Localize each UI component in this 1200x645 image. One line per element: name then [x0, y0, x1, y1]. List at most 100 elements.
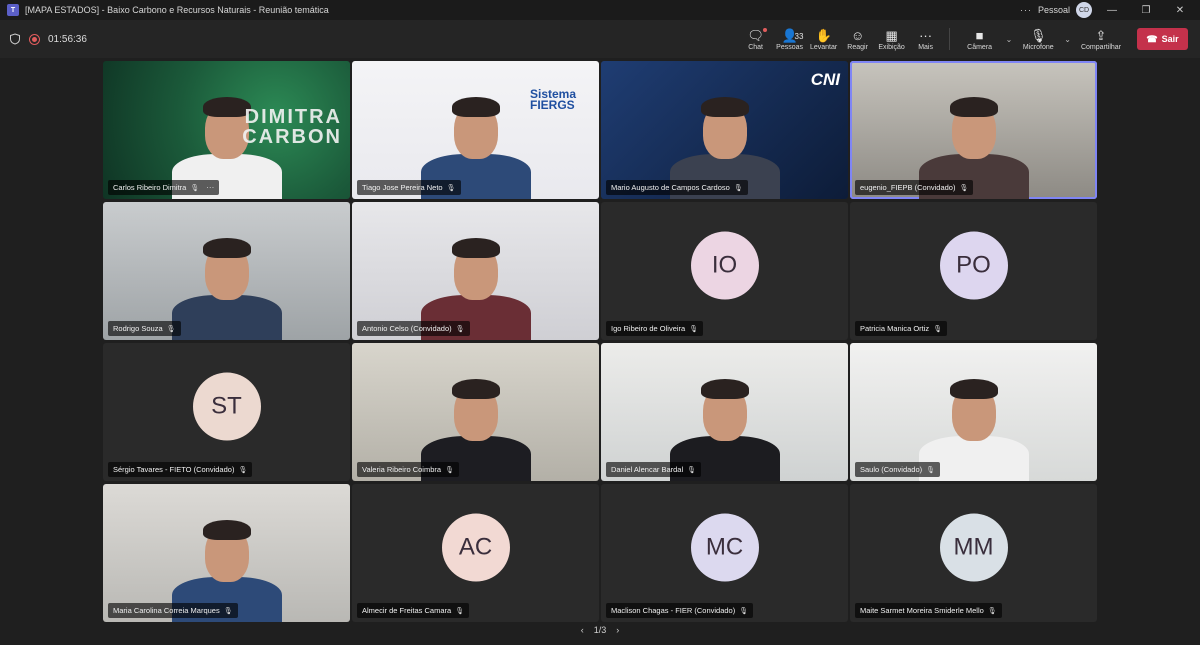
people-count: 33	[794, 31, 804, 41]
mic-muted-icon: 🎙	[223, 607, 233, 615]
participant-name: Valeria Ribeiro Coimbra	[362, 465, 442, 474]
participant-tile[interactable]: ST Sérgio Tavares - FIETO (Convidado) 🎙	[103, 343, 350, 481]
participant-more-icon[interactable]: ···	[206, 183, 214, 192]
next-page-icon[interactable]: ›	[616, 625, 619, 635]
chat-button[interactable]: 🗨 Chat	[739, 20, 773, 58]
participant-name-tag: Patricia Manica Ortiz 🎙	[855, 321, 948, 336]
teams-window: T [MAPA ESTADOS] - Baixo Carbono e Recur…	[0, 0, 1200, 645]
participant-name-tag: Maclison Chagas - FIER (Convidado) 🎙	[606, 603, 754, 618]
mic-muted-icon: 🎙	[959, 184, 969, 192]
participant-name: Rodrigo Souza	[113, 324, 163, 333]
participant-name-tag: Valeria Ribeiro Coimbra 🎙	[357, 462, 459, 477]
participant-name: Maria Carolina Correia Marques	[113, 606, 220, 615]
page-indicator: 1/3	[593, 625, 607, 635]
mic-muted-icon: 🎙	[445, 466, 454, 474]
participant-name-tag: Sérgio Tavares - FIETO (Convidado) 🎙	[108, 462, 253, 477]
raise-hand-button[interactable]: ✋ Levantar	[807, 20, 841, 58]
mic-muted-icon: 🎙	[733, 184, 743, 192]
smiley-icon: ☺	[850, 27, 865, 43]
shield-icon[interactable]	[9, 33, 21, 45]
minimize-icon[interactable]: —	[1098, 5, 1126, 16]
mic-options-chevron-icon[interactable]: ⌄	[1064, 35, 1071, 44]
participant-name: Sérgio Tavares - FIETO (Convidado)	[113, 465, 235, 474]
view-button[interactable]: ▦ Exibição	[875, 20, 909, 58]
fiergs-logo: Sistema FIERGS	[530, 87, 577, 112]
participant-tile[interactable]: Valeria Ribeiro Coimbra 🎙	[352, 343, 599, 481]
more-button[interactable]: ··· Mais	[909, 20, 943, 58]
participant-name-tag: Antonio Celso (Convidado) 🎙	[357, 321, 470, 336]
camera-options-chevron-icon[interactable]: ⌄	[1006, 35, 1013, 44]
participant-tile[interactable]: IO Igo Ribeiro de Oliveira 🎙	[601, 202, 848, 340]
previous-page-icon[interactable]: ‹	[581, 625, 584, 635]
participant-tile[interactable]: PO Patricia Manica Ortiz 🎙	[850, 202, 1097, 340]
participant-name-tag: Tiago Jose Pereira Neto 🎙	[357, 180, 461, 195]
mic-muted-icon: 🎙	[446, 184, 456, 192]
people-icon: 👤 33	[781, 27, 804, 43]
mic-muted-icon: 🎙	[739, 607, 749, 615]
restore-icon[interactable]: ❐	[1132, 5, 1160, 16]
leave-label: Sair	[1161, 34, 1179, 44]
participant-tile[interactable]: eugenio_FIEPB (Convidado) 🎙	[850, 61, 1097, 199]
more-options-icon[interactable]: ···	[1020, 5, 1032, 15]
close-icon[interactable]: ✕	[1166, 5, 1194, 16]
people-button[interactable]: 👤 33 Pessoas	[773, 20, 807, 58]
participant-name-tag: Maria Carolina Correia Marques 🎙	[108, 603, 238, 618]
share-label: Compartilhar	[1080, 43, 1122, 51]
mic-muted-icon: 🎙	[166, 325, 176, 333]
camera-button[interactable]: ■ Câmera	[956, 20, 1004, 58]
view-label: Exibição	[878, 43, 905, 51]
participant-tile[interactable]: Saulo (Convidado) 🎙	[850, 343, 1097, 481]
mic-off-icon: 🎙	[1030, 27, 1047, 43]
react-label: Reagir	[847, 43, 868, 51]
people-label: Pessoas	[776, 43, 804, 51]
participant-tile[interactable]: MC Maclison Chagas - FIER (Convidado) 🎙	[601, 484, 848, 622]
phone-hangup-icon: ☎	[1146, 33, 1158, 44]
participant-tile[interactable]: AC Almecir de Freitas Camara 🎙	[352, 484, 599, 622]
react-button[interactable]: ☺ Reagir	[841, 20, 875, 58]
participant-avatar: ST	[192, 372, 261, 441]
participant-tile[interactable]: Maria Carolina Correia Marques 🎙	[103, 484, 350, 622]
participant-name: Maite Sarmet Moreira Smiderle Mello	[860, 606, 984, 615]
cni-logo: CNI	[810, 70, 840, 89]
participant-tile[interactable]: MM Maite Sarmet Moreira Smiderle Mello 🎙	[850, 484, 1097, 622]
mic-muted-icon: 🎙	[455, 607, 465, 615]
meeting-timer: 01:56:36	[48, 33, 87, 45]
participant-tile[interactable]: Rodrigo Souza 🎙	[103, 202, 350, 340]
participant-avatar: MM	[939, 513, 1008, 582]
profile-label[interactable]: Pessoal	[1038, 5, 1070, 15]
participant-avatar: PO	[939, 231, 1008, 300]
raise-hand-label: Levantar	[809, 43, 838, 51]
participant-name: Almecir de Freitas Camara	[362, 606, 452, 615]
grid-view-icon: ▦	[885, 27, 898, 43]
participant-tile[interactable]: Sistema FIERGS Tiago Jose Pereira Neto 🎙	[352, 61, 599, 199]
microphone-button[interactable]: 🎙 Microfone	[1014, 20, 1062, 58]
mic-muted-icon: 🎙	[689, 325, 699, 333]
participant-name-tag: Rodrigo Souza 🎙	[108, 321, 181, 336]
participant-name: Daniel Alencar Bardal	[611, 465, 684, 474]
recording-icon	[29, 33, 40, 45]
participant-tile[interactable]: Antonio Celso (Convidado) 🎙	[352, 202, 599, 340]
participant-name-tag: eugenio_FIEPB (Convidado) 🎙	[855, 180, 974, 195]
participant-avatar: AC	[441, 513, 510, 582]
more-icon: ···	[919, 27, 933, 43]
participant-name: eugenio_FIEPB (Convidado)	[860, 183, 956, 192]
mic-muted-icon: 🎙	[933, 325, 943, 333]
participant-tile[interactable]: DIMITRA CARBON Carlos Ribeiro Dimitra 🎙 ···	[103, 61, 350, 199]
participant-name-tag: Almecir de Freitas Camara 🎙	[357, 603, 470, 618]
participant-tile[interactable]: Daniel Alencar Bardal 🎙	[601, 343, 848, 481]
participant-name-tag: Maite Sarmet Moreira Smiderle Mello 🎙	[855, 603, 1002, 618]
raise-hand-icon: ✋	[815, 27, 832, 43]
participant-name: Igo Ribeiro de Oliveira	[611, 324, 686, 333]
window-title: [MAPA ESTADOS] - Baixo Carbono e Recurso…	[25, 5, 329, 15]
participant-name: Saulo (Convidado)	[860, 465, 923, 474]
chat-label: Chat	[748, 43, 763, 51]
participant-tile[interactable]: CNI Mario Augusto de Campos Cardoso 🎙	[601, 61, 848, 199]
profile-avatar[interactable]: CD	[1076, 2, 1092, 18]
mic-muted-icon: 🎙	[238, 466, 248, 474]
dimitra-carbon-logo: DIMITRA CARBON	[242, 106, 342, 148]
share-button[interactable]: ⇪ Compartilhar	[1073, 20, 1129, 58]
title-bar: T [MAPA ESTADOS] - Baixo Carbono e Recur…	[0, 0, 1200, 20]
mic-muted-icon: 🎙	[455, 325, 465, 333]
participant-name: Carlos Ribeiro Dimitra	[113, 183, 187, 192]
leave-button[interactable]: ☎ Sair	[1137, 28, 1188, 50]
